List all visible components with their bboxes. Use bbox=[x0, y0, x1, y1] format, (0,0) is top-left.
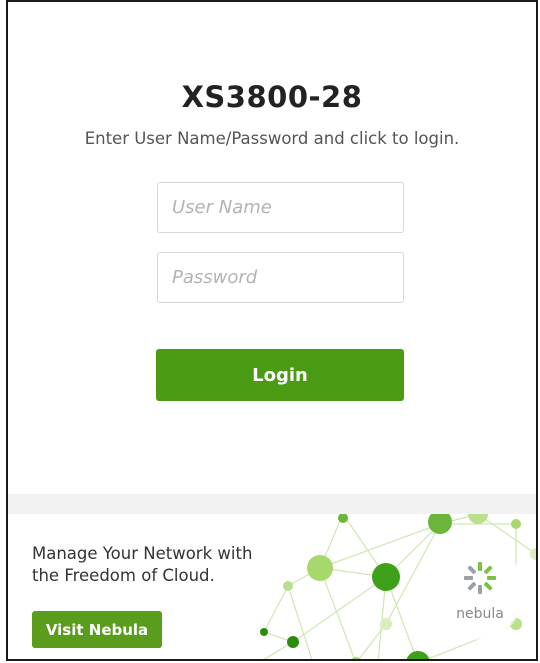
nebula-logo-icon bbox=[464, 562, 496, 594]
nebula-badge: nebula bbox=[438, 544, 522, 638]
nebula-promo: Manage Your Network with the Freedom of … bbox=[8, 514, 536, 659]
login-window: XS3800-28 Enter User Name/Password and c… bbox=[6, 0, 538, 661]
device-title: XS3800-28 bbox=[181, 80, 363, 114]
nebula-brand-label: nebula bbox=[456, 606, 504, 622]
promo-message: Manage Your Network with the Freedom of … bbox=[32, 543, 292, 587]
visit-nebula-button[interactable]: Visit Nebula bbox=[32, 611, 162, 648]
promo-line-1: Manage Your Network with bbox=[32, 544, 253, 563]
login-panel: XS3800-28 Enter User Name/Password and c… bbox=[8, 2, 536, 494]
section-divider bbox=[8, 494, 536, 514]
password-input[interactable] bbox=[157, 252, 404, 303]
login-instructions: Enter User Name/Password and click to lo… bbox=[84, 129, 460, 148]
promo-line-2: the Freedom of Cloud. bbox=[32, 566, 215, 585]
login-button[interactable]: Login bbox=[156, 349, 404, 401]
username-input[interactable] bbox=[157, 182, 404, 233]
